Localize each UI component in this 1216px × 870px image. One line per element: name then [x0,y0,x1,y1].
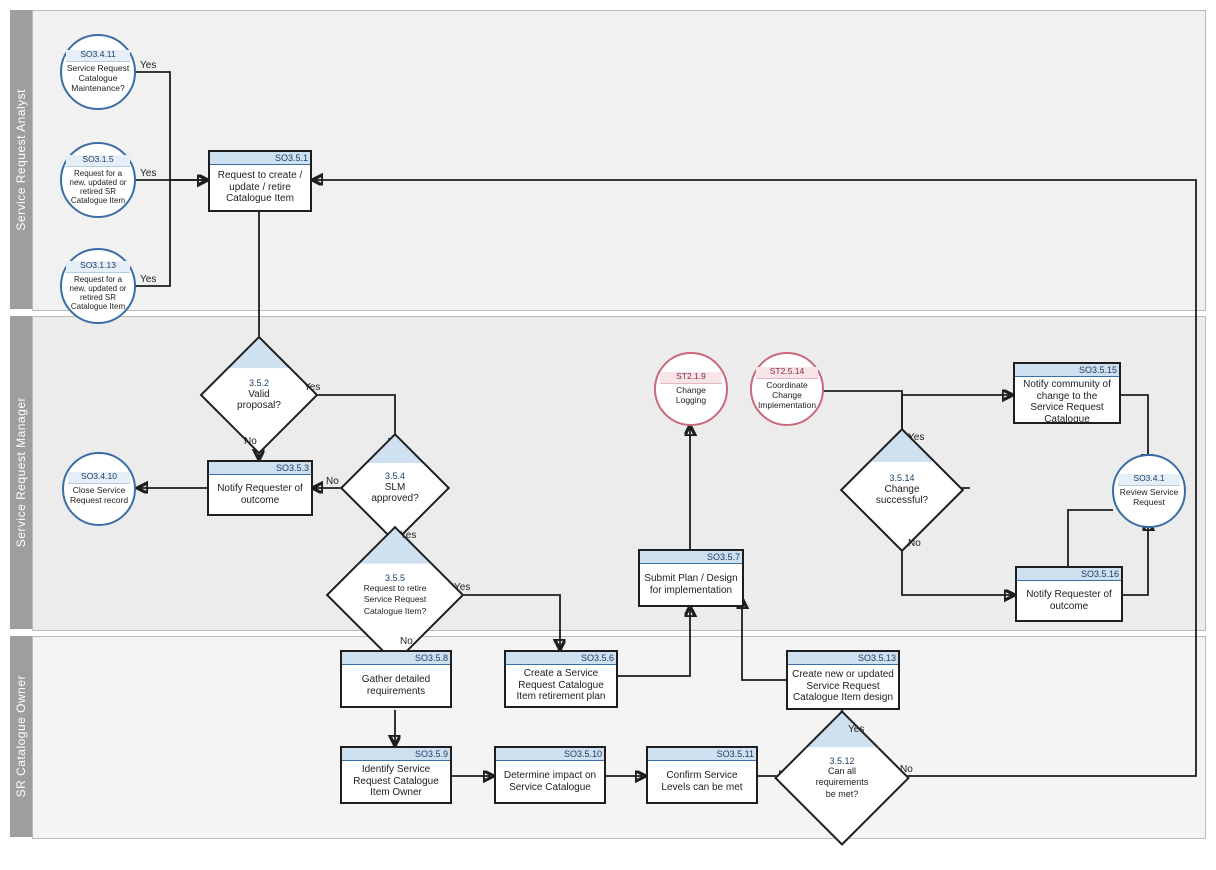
event-text: Coordinate Change Implementation [756,381,818,410]
process-code: SO3.5.13 [788,652,898,665]
process-text: Notify Requester of outcome [1017,581,1121,620]
event-code: SO3.4.10 [68,472,130,484]
process-so3515: SO3.5.15 Notify community of change to t… [1013,362,1121,424]
process-so353: SO3.5.3 Notify Requester of outcome [207,460,313,516]
process-code: SO3.5.11 [648,748,756,761]
lane-label: Service Request Manager [14,397,28,547]
lane-label: Service Request Analyst [14,89,28,231]
label-no: No [400,636,413,647]
process-so356: SO3.5.6 Create a Service Request Catalog… [504,650,618,708]
event-so315: SO3.1.5 Request for a new, updated or re… [60,142,136,218]
label-no: No [900,764,913,775]
event-so341: SO3.4.1 Review Service Request [1112,454,1186,528]
process-so358: SO3.5.8 Gather detailed requirements [340,650,452,708]
process-so351: SO3.5.1 Request to create / update / ret… [208,150,312,212]
decision-355: 3.5.5Request to retire Service Request C… [346,546,444,644]
lane-label: SR Catalogue Owner [14,675,28,797]
event-code: SO3.4.1 [1118,474,1180,486]
label-yes: Yes [140,168,156,179]
event-code: SO3.1.13 [66,261,130,273]
label-yes: Yes [848,724,864,735]
label-yes: Yes [400,530,416,541]
label-yes: Yes [140,60,156,71]
event-text: Review Service Request [1118,488,1180,508]
process-so3510: SO3.5.10 Determine impact on Service Cat… [494,746,606,804]
decision-354: 3.5.4SLM approved? [356,449,434,527]
lane-tab-manager: Service Request Manager [10,316,32,629]
process-so357: SO3.5.7 Submit Plan / Design for impleme… [638,549,744,607]
label-yes: Yes [140,274,156,285]
process-text: Notify community of change to the Servic… [1015,377,1119,427]
label-no: No [908,538,921,549]
event-code: ST2.5.14 [756,367,818,379]
event-so3411: SO3.4.11 Service Request Catalogue Maint… [60,34,136,110]
lane-tab-owner: SR Catalogue Owner [10,636,32,837]
process-code: SO3.5.10 [496,748,604,761]
process-code: SO3.5.3 [209,462,311,475]
process-code: SO3.5.1 [210,152,310,165]
event-code: SO3.1.5 [66,155,130,167]
event-st219: ST2.1.9 Change Logging [654,352,728,426]
process-text: Identify Service Request Catalogue Item … [342,761,450,802]
process-code: SO3.5.9 [342,748,450,761]
process-so3513: SO3.5.13 Create new or updated Service R… [786,650,900,710]
decision-352: 3.5.2Valid proposal? [217,353,301,437]
process-so3511: SO3.5.11 Confirm Service Levels can be m… [646,746,758,804]
lane-owner-bg [32,636,1206,839]
event-code: ST2.1.9 [660,372,722,384]
event-text: Close Service Request record [68,486,130,506]
label-yes: Yes [304,382,320,393]
process-text: Confirm Service Levels can be met [648,761,756,802]
event-so3410: SO3.4.10 Close Service Request record [62,452,136,526]
label-no: No [244,436,257,447]
process-code: SO3.5.16 [1017,568,1121,581]
process-text: Request to create / update / retire Cata… [210,165,310,210]
event-text: Service Request Catalogue Maintenance? [66,64,130,93]
event-code: SO3.4.11 [66,50,130,62]
decision-3514: 3.5.14Change successful? [858,446,946,534]
event-text: Request for a new, updated or retired SR… [66,169,130,206]
decision-3512: 3.5.12Can all requirements be met? [794,730,890,826]
process-code: SO3.5.8 [342,652,450,665]
event-st2514: ST2.5.14 Coordinate Change Implementatio… [750,352,824,426]
event-so3113: SO3.1.13 Request for a new, updated or r… [60,248,136,324]
event-text: Request for a new, updated or retired SR… [66,275,130,312]
process-text: Create a Service Request Catalogue Item … [506,665,616,706]
process-code: SO3.5.6 [506,652,616,665]
label-no: No [326,476,339,487]
swimlane-diagram: Service Request Analyst Service Request … [0,0,1216,848]
process-text: Create new or updated Service Request Ca… [788,665,898,708]
label-yes: Yes [454,582,470,593]
process-text: Notify Requester of outcome [209,475,311,514]
process-so3516: SO3.5.16 Notify Requester of outcome [1015,566,1123,622]
process-text: Submit Plan / Design for implementation [640,564,742,605]
process-text: Determine impact on Service Catalogue [496,761,604,802]
lane-tab-analyst: Service Request Analyst [10,10,32,309]
process-text: Gather detailed requirements [342,665,450,706]
process-code: SO3.5.7 [640,551,742,564]
process-code: SO3.5.15 [1015,364,1119,377]
process-so359: SO3.5.9 Identify Service Request Catalog… [340,746,452,804]
event-text: Change Logging [660,386,722,406]
label-yes: Yes [908,432,924,443]
